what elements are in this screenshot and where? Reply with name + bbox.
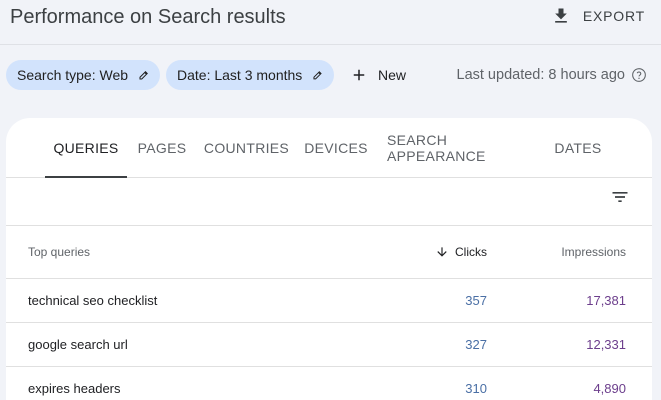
tab-search-appearance[interactable]: SEARCH APPEARANCE (387, 118, 533, 177)
table-row[interactable]: technical seo checklist 357 17,381 (6, 279, 652, 323)
query-cell: google search url (28, 337, 128, 352)
date-chip[interactable]: Date: Last 3 months (166, 60, 334, 90)
filter-bar: Search type: Web Date: Last 3 months New… (0, 60, 661, 90)
tab-devices[interactable]: DEVICES (304, 118, 368, 177)
table-filter-row (6, 178, 652, 226)
export-button[interactable]: EXPORT (551, 4, 645, 28)
clicks-cell: 327 (465, 337, 487, 352)
tab-dates[interactable]: DATES (552, 118, 604, 177)
last-updated: Last updated: 8 hours ago (457, 60, 648, 90)
impressions-cell: 4,890 (593, 381, 626, 396)
pencil-icon (313, 71, 323, 80)
table-row[interactable]: expires headers 310 4,890 (6, 367, 652, 400)
filter-list-icon[interactable] (610, 187, 630, 207)
query-cell: expires headers (28, 381, 121, 396)
tab-countries[interactable]: COUNTRIES (204, 118, 289, 177)
clicks-cell: 357 (465, 293, 487, 308)
page-header: Performance on Search results EXPORT (0, 0, 661, 45)
table-row[interactable]: google search url 327 12,331 (6, 323, 652, 367)
column-clicks[interactable]: Clicks (435, 242, 487, 262)
help-icon[interactable] (631, 67, 647, 83)
clicks-cell: 310 (465, 381, 487, 396)
tab-queries[interactable]: QUERIES (45, 118, 127, 178)
report-card: QUERIES PAGES COUNTRIES DEVICES SEARCH A… (6, 118, 652, 400)
page-title: Performance on Search results (10, 6, 286, 28)
column-clicks-label: Clicks (455, 245, 487, 259)
date-label: Date: Last 3 months (177, 67, 303, 83)
search-type-label: Search type: Web (17, 67, 129, 83)
new-filter-label: New (378, 67, 407, 83)
plus-icon (353, 69, 365, 81)
pencil-icon (139, 71, 148, 80)
tab-pages[interactable]: PAGES (135, 118, 189, 177)
column-top-queries[interactable]: Top queries (28, 245, 90, 259)
new-filter-button[interactable]: New (350, 60, 406, 90)
arrow-down-icon (437, 247, 447, 257)
impressions-cell: 12,331 (586, 337, 626, 352)
column-impressions[interactable]: Impressions (561, 245, 626, 259)
export-label: EXPORT (582, 8, 645, 24)
query-cell: technical seo checklist (28, 293, 158, 308)
last-updated-text: Last updated: 8 hours ago (456, 67, 626, 83)
table-header: Top queries Clicks Impressions (6, 226, 652, 279)
download-icon (555, 8, 567, 23)
impressions-cell: 17,381 (586, 293, 626, 308)
search-type-chip[interactable]: Search type: Web (6, 60, 160, 90)
report-tabs: QUERIES PAGES COUNTRIES DEVICES SEARCH A… (6, 118, 652, 178)
